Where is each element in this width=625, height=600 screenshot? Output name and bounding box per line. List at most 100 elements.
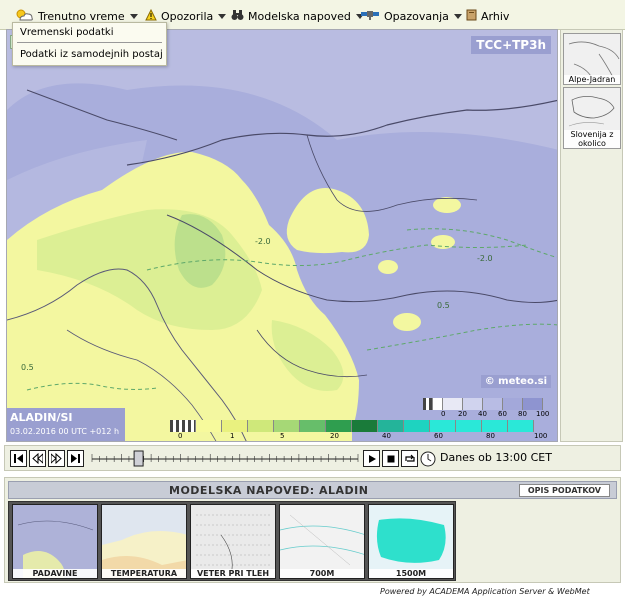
chevron-down-icon: [129, 13, 138, 19]
menu-label: Trenutno vreme: [38, 9, 125, 23]
legend-swatch: [170, 420, 196, 432]
legend-label: 0: [441, 410, 446, 418]
fast-forward-button[interactable]: [48, 450, 65, 467]
app-window: Trenutno vreme Opozorila Modelska napove…: [0, 0, 625, 600]
timeline-thumb[interactable]: [133, 450, 144, 467]
model-name: ALADIN/SI: [10, 411, 73, 424]
legend-labels: 0 1 5 20 40 60 80 100: [170, 432, 556, 441]
legend-swatch: [326, 420, 352, 432]
precip-area-blob: [431, 235, 455, 249]
legend-swatch: [423, 398, 433, 410]
legend-swatches: [423, 398, 553, 410]
legend-swatch: [404, 420, 430, 432]
play-button[interactable]: [363, 450, 380, 467]
forecast-map-image: -2.0 -2.0 0.5 0.5: [7, 30, 557, 441]
legend-label: 0: [178, 432, 183, 440]
trenutno-vreme-dropdown: Vremenski podatki Podatki iz samodejnih …: [12, 22, 167, 66]
precip-area-blob: [378, 260, 398, 274]
thumb-padavine[interactable]: PADAVINE: [12, 504, 98, 579]
thumb-700m[interactable]: 700M: [279, 504, 365, 579]
stop-icon: [387, 455, 394, 462]
isoline-label: 0.5: [21, 363, 34, 372]
legend-label: 40: [478, 410, 487, 418]
legend-label: 100: [534, 432, 548, 440]
run-time: 03.02.2016 00 UTC +012 h: [10, 427, 120, 436]
region-label: Slovenija z okolico: [564, 130, 620, 148]
loop-button[interactable]: [401, 450, 418, 467]
thumb-temperatura[interactable]: TEMPERATURA: [101, 504, 187, 579]
legend-swatch: [430, 420, 456, 432]
gallery-title: MODELSKA NAPOVED: ALADIN: [169, 484, 369, 497]
powered-by-footer: Powered by ACADEMA Application Server & …: [380, 587, 590, 596]
precip-area-blob: [393, 313, 421, 331]
rewind-button[interactable]: [29, 450, 46, 467]
legend-swatch: [483, 398, 503, 410]
precipitation-legend: 0 1 5 20 40 60 80 100: [170, 420, 556, 441]
archive-book-icon: [466, 9, 477, 24]
legend-swatch: [274, 420, 300, 432]
legend-swatch: [378, 420, 404, 432]
thumb-image: [369, 505, 453, 578]
legend-label: 5: [280, 432, 285, 440]
legend-label: 1: [230, 432, 235, 440]
clock-icon: [420, 451, 436, 470]
rewind-icon: [32, 453, 43, 464]
thumb-label: 1500M: [369, 569, 453, 578]
satellite-icon: [360, 9, 380, 24]
legend-swatch: [503, 398, 523, 410]
menu-arhiv[interactable]: Arhiv: [466, 7, 509, 25]
thumb-label: PADAVINE: [13, 569, 97, 578]
skip-end-icon: [71, 454, 80, 463]
timeline-ticks: [91, 454, 359, 462]
stop-button[interactable]: [382, 450, 399, 467]
legend-label: 80: [486, 432, 495, 440]
menu-label: Arhiv: [481, 9, 510, 23]
legend-swatch: [248, 420, 274, 432]
legend-swatch: [456, 420, 482, 432]
chevron-down-icon: [218, 13, 227, 19]
legend-swatch: [482, 420, 508, 432]
forecast-map[interactable]: -2.0 -2.0 0.5 0.5 TCC+TP3h © meteo.si AL…: [6, 29, 558, 442]
chevron-down-icon: [453, 13, 462, 19]
legend-label: 80: [518, 410, 527, 418]
region-selector: Alpe-Jadran Slovenija z okolico: [560, 29, 623, 442]
menu-modelska-napoved[interactable]: Modelska napoved: [231, 7, 364, 25]
opis-podatkov-button[interactable]: OPIS PODATKOV: [518, 484, 610, 497]
region-label: Alpe-Jadran: [564, 75, 620, 84]
legend-label: 100: [536, 410, 550, 418]
isoline-label: 0.5: [437, 301, 450, 310]
model-info-box: ALADIN/SI 03.02.2016 00 UTC +012 h: [7, 408, 125, 441]
cloud-cover-legend: 0 20 40 60 80 100: [423, 398, 553, 420]
menu-label: Modelska napoved: [248, 9, 351, 23]
thumb-label: 700M: [280, 569, 364, 578]
thumb-veter-pri-tleh[interactable]: VETER PRI TLEH: [190, 504, 276, 579]
first-frame-button[interactable]: [10, 450, 27, 467]
isoline-label: -2.0: [477, 254, 493, 263]
thumb-image: [13, 505, 97, 578]
legend-swatch: [222, 420, 248, 432]
thumbnail-strip: PADAVINE TEMPERATURA VETER PRI TLEH 700M…: [8, 501, 456, 581]
dropdown-divider: [17, 42, 162, 43]
isoline-label: -2.0: [255, 237, 271, 246]
region-thumb-slovenija[interactable]: Slovenija z okolico: [563, 87, 621, 149]
fast-forward-icon: [51, 453, 62, 464]
legend-swatch: [443, 398, 463, 410]
legend-swatch: [508, 420, 534, 432]
gallery-header: MODELSKA NAPOVED: ALADIN OPIS PODATKOV: [8, 481, 617, 499]
thumb-label: VETER PRI TLEH: [191, 569, 275, 578]
play-icon: [368, 454, 376, 463]
skip-start-icon: [14, 454, 23, 463]
thumb-1500m[interactable]: 1500M: [368, 504, 454, 579]
product-label: TCC+TP3h: [471, 36, 551, 54]
menu-label: Opazovanja: [384, 9, 449, 23]
dropdown-item-vremenski-podatki[interactable]: Vremenski podatki: [20, 27, 114, 38]
timeline-slider[interactable]: [90, 449, 360, 468]
binoculars-icon: [231, 9, 244, 24]
legend-label: 20: [458, 410, 467, 418]
legend-swatches: [170, 420, 556, 432]
region-thumb-alpe-jadran[interactable]: Alpe-Jadran: [563, 33, 621, 85]
dropdown-item-samodejne-postaje[interactable]: Podatki iz samodejnih postaj: [20, 49, 163, 60]
menu-opazovanja[interactable]: Opazovanja: [360, 7, 462, 25]
thumb-label: TEMPERATURA: [102, 569, 186, 578]
last-frame-button[interactable]: [67, 450, 84, 467]
